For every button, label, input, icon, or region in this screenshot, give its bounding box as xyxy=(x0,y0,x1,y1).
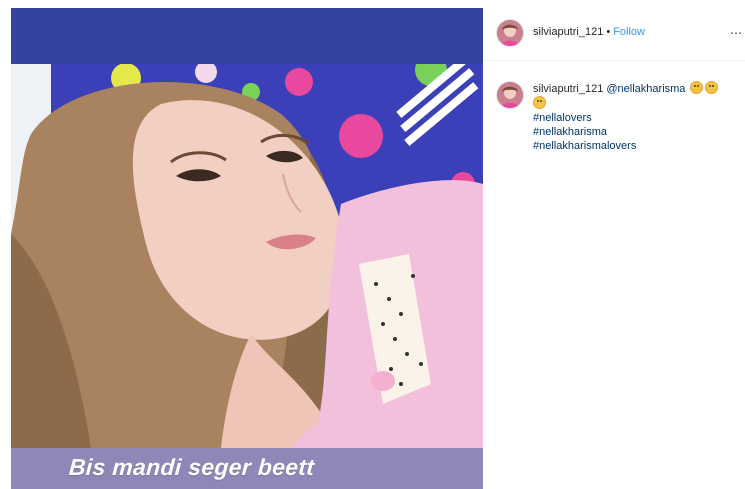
hashtag-link[interactable]: #nellakharismalovers xyxy=(533,139,738,153)
avatar[interactable] xyxy=(497,20,523,46)
hashtag-link[interactable]: #nellalovers xyxy=(533,111,738,125)
username-link[interactable]: silviaputri_121 xyxy=(533,26,603,38)
post-photo xyxy=(11,64,483,448)
avatar[interactable] xyxy=(497,82,523,108)
avatar-photo xyxy=(497,82,523,108)
post-header: silviaputri_121 • Follow ⋯ xyxy=(483,8,745,61)
image-caption-text: Bis mandi seger beett xyxy=(68,454,316,480)
mention-link[interactable]: @nellakharisma xyxy=(606,83,685,95)
avatar-photo xyxy=(497,20,523,46)
post-sidebar: silviaputri_121 • Follow ⋯ silviaputri_121… xyxy=(483,8,745,489)
more-options-icon[interactable]: ⋯ xyxy=(730,26,743,40)
hashtag-link[interactable]: #nellakharisma xyxy=(533,125,738,139)
comment-body: silviaputri_121 @nellakharisma #nellalov… xyxy=(533,81,738,153)
comment-username-link[interactable]: silviaputri_121 xyxy=(533,83,603,95)
instagram-post: Bis mandi seger beett silviaputri_121 • Fo… xyxy=(0,0,745,489)
post-media[interactable]: Bis mandi seger beett xyxy=(11,8,483,489)
header-user-line: silviaputri_121 • Follow xyxy=(533,26,645,38)
caption-band: Bis mandi seger beett xyxy=(11,448,483,489)
follow-button[interactable]: Follow xyxy=(613,26,645,38)
flushed-emoji-icon xyxy=(533,96,546,109)
flushed-emoji-icon xyxy=(690,81,704,94)
separator-dot: • xyxy=(606,26,611,38)
photo-top-banner xyxy=(11,8,483,64)
flushed-emoji-icon xyxy=(705,81,719,94)
